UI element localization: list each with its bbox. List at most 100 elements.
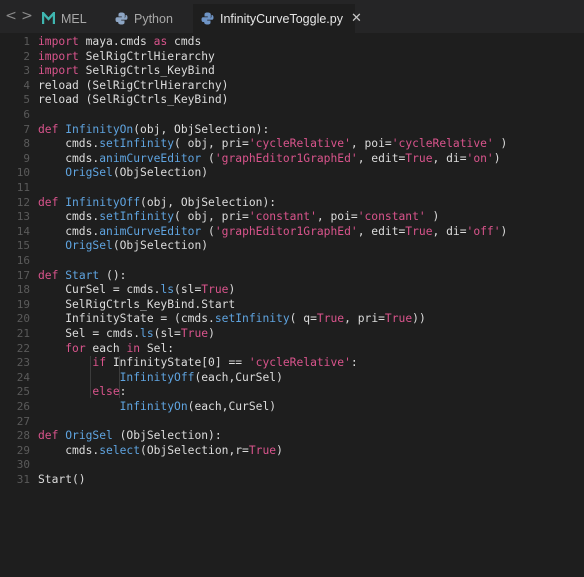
code-token: 'graphEditor1GraphEd' [214,151,358,165]
code-token: for [65,341,86,355]
code-token: True [248,443,277,457]
code-line[interactable]: 18 CurSel = cmds.ls(sl=True) [0,283,584,297]
code-line[interactable]: 15 OrigSel(ObjSelection) [0,239,584,253]
code-line[interactable]: 10 OrigSel(ObjSelection) [0,166,584,180]
code-line[interactable]: 24 InfinityOff(each,CurSel) [0,371,584,385]
code-text: SelRigCtrls_KeyBind.Start [38,298,235,312]
code-line[interactable]: 29 cmds.select(ObjSelection,r=True) [0,444,584,458]
code-text: import SelRigCtrls_KeyBind [38,64,215,78]
code-token: ls [160,283,175,297]
code-text: import maya.cmds as cmds [38,35,201,49]
code-text: InfinityState = (cmds.setInfinity( q=Tru… [38,312,426,326]
code-token: , poi= [350,137,392,151]
code-token: , di= [432,224,467,238]
code-line[interactable]: 26 InfinityOn(each,CurSel) [0,400,584,414]
code-token: ls [140,327,154,340]
code-line[interactable]: 13 cmds.setInfinity( obj, pri='constant'… [0,210,584,224]
code-line[interactable]: 28 def OrigSel (ObjSelection): [0,429,584,443]
close-icon[interactable]: ✕ [351,11,362,26]
line-number: 22 [16,341,30,355]
code-token: (each,CurSel) [194,370,283,384]
code-line[interactable]: 1 import maya.cmds as cmds [0,35,584,49]
forward-button[interactable]: > [20,8,34,24]
code-token: each [85,341,127,355]
code-line[interactable]: 8 cmds.setInfinity( obj, pri='cycleRelat… [0,137,584,151]
tab-infinitycurvetoggle[interactable]: InfinityCurveToggle.py ✕ [193,4,362,33]
code-line[interactable]: 20 InfinityState = (cmds.setInfinity( q=… [0,312,584,326]
code-text: def OrigSel (ObjSelection): [38,429,222,443]
code-token: (ObjSelection,r= [140,443,249,457]
code-line[interactable]: 22 for each in Sel: [0,342,584,356]
code-token: else [92,385,120,399]
code-token: ( obj, pri= [174,137,249,151]
python-icon [115,12,128,25]
code-line[interactable]: 6 [0,108,584,122]
code-token: , di= [432,151,467,165]
code-token: ( q= [289,312,317,326]
code-token: InfinityState[0] == [106,356,249,370]
code-token: ) [493,151,501,165]
code-token: import [38,64,79,78]
code-line[interactable]: 9 cmds.animCurveEditor ('graphEditor1Gra… [0,152,584,166]
code-line[interactable]: 19 SelRigCtrls_KeyBind.Start [0,298,584,312]
code-token: SelRigCtrls_KeyBind.Start [38,297,236,311]
code-token: True [405,151,433,165]
code-token: as [153,35,168,48]
code-text: cmds.select(ObjSelection,r=True) [38,444,283,458]
code-text: cmds.animCurveEditor ('graphEditor1Graph… [38,225,507,239]
code-line[interactable]: 17 def Start (): [0,269,584,283]
code-line[interactable]: 11 [0,181,584,195]
line-number: 23 [16,356,30,370]
code-line[interactable]: 14 cmds.animCurveEditor ('graphEditor1Gr… [0,225,584,239]
tab-mel[interactable]: MEL [42,4,108,33]
code-token: in [126,341,141,355]
code-text: Sel = cmds.ls(sl=True) [38,327,215,341]
code-line[interactable]: 2 import SelRigCtrlHierarchy [0,50,584,64]
line-number: 4 [23,78,30,92]
code-line[interactable]: 4 reload (SelRigCtrlHierarchy) [0,79,584,93]
line-number: 16 [16,254,30,267]
code-line[interactable]: 31 Start() [0,473,584,487]
code-line[interactable]: 23 if InfinityState[0] == 'cycleRelative… [0,356,584,370]
line-number: 2 [23,49,30,63]
code-token: animCurveEditor [99,151,202,165]
code-text: def Start (): [38,269,126,283]
code-line[interactable]: 27 [0,415,584,429]
code-line[interactable]: 7 def InfinityOn(obj, ObjSelection): [0,123,584,137]
code-token: )) [412,312,426,326]
code-text: cmds.setInfinity( obj, pri='cycleRelativ… [38,137,507,151]
code-line[interactable]: 12 def InfinityOff(obj, ObjSelection): [0,196,584,210]
line-number: 10 [16,166,30,180]
line-number: 15 [16,239,30,253]
code-line[interactable]: 30 [0,458,584,472]
line-number: 11 [16,181,30,194]
code-token: ) [208,327,215,340]
code-token: import [38,35,79,48]
code-token: setInfinity [214,312,290,326]
code-editor[interactable]: 1 import maya.cmds as cmds 2 import SelRigC… [0,33,584,577]
line-number: 17 [16,268,30,282]
code-token: Sel: [140,341,175,355]
code-text: for each in Sel: [38,342,174,356]
line-number: 7 [23,122,30,136]
code-line[interactable]: 3 import SelRigCtrls_KeyBind [0,64,584,78]
code-token: 'constant' [248,210,317,224]
code-text: InfinityOn(each,CurSel) [38,400,276,414]
line-number: 5 [23,93,30,107]
line-number: 14 [16,224,30,238]
line-number: 20 [16,312,30,326]
back-button[interactable]: < [4,8,18,24]
code-token: ) [425,210,440,224]
code-text: cmds.setInfinity( obj, pri='constant', p… [38,210,439,224]
code-line[interactable]: 25 else: [0,385,584,399]
code-token: OrigSel [65,166,113,180]
code-line[interactable]: 16 [0,254,584,268]
code-line[interactable]: 21 Sel = cmds.ls(sl=True) [0,327,584,341]
code-line[interactable]: 5 reload (SelRigCtrls_KeyBind) [0,93,584,107]
code-token: ) [228,283,236,297]
tab-python[interactable]: Python [110,4,190,33]
